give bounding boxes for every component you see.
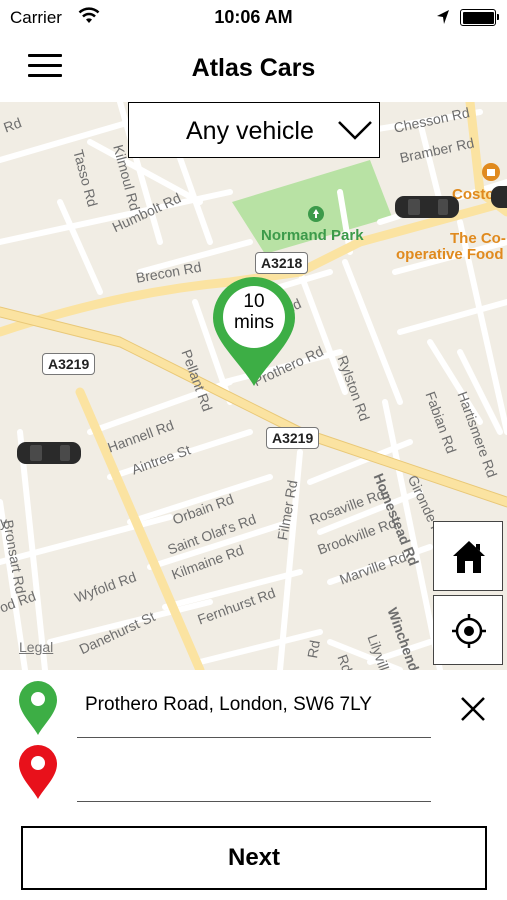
battery-icon <box>460 9 499 26</box>
eta-value: 10 <box>243 291 265 312</box>
road-badge: A3219 <box>266 427 320 449</box>
status-bar: Carrier 10:06 AM <box>0 0 507 36</box>
home-button[interactable] <box>433 521 503 591</box>
legal-link[interactable]: Legal <box>19 639 53 655</box>
home-icon <box>453 541 485 573</box>
map-view[interactable]: Rd Tasso Rd Kilmoul Rd Chesson Rd Brambe… <box>0 102 507 670</box>
poi-label: operative Food <box>396 246 504 263</box>
pickup-address-field[interactable]: Prothero Road, London, SW6 7LY <box>77 686 431 738</box>
booking-form: Prothero Road, London, SW6 7LY Next <box>0 670 507 900</box>
street-label: y <box>0 514 7 530</box>
vehicle-car-icon <box>491 186 507 208</box>
vehicle-type-dropdown[interactable]: Any vehicle <box>128 102 380 158</box>
vehicle-car-icon <box>395 196 459 218</box>
nav-bar: Atlas Cars <box>0 36 507 102</box>
dropoff-address-field[interactable] <box>77 750 431 802</box>
locate-me-button[interactable] <box>433 595 503 665</box>
vehicle-type-value: Any vehicle <box>186 117 314 145</box>
road-badge: A3218 <box>255 252 309 274</box>
pickup-pin-icon <box>19 681 57 735</box>
vehicle-car-icon <box>17 442 81 464</box>
location-arrow-icon <box>437 10 449 24</box>
next-button[interactable]: Next <box>21 826 487 890</box>
dropoff-pin-icon <box>19 745 57 799</box>
clock: 10:06 AM <box>214 7 293 27</box>
chevron-down-icon <box>338 121 372 140</box>
poi-label: The Co- <box>450 230 506 247</box>
park-label: Normand Park <box>261 227 364 244</box>
locate-me-icon <box>452 614 486 648</box>
park-marker-icon <box>308 206 324 222</box>
pickup-eta-pin: 10 mins <box>211 275 297 387</box>
shop-marker-icon <box>482 163 500 181</box>
street-label: Rd <box>304 638 323 660</box>
app-title: Atlas Cars <box>191 54 316 82</box>
close-icon[interactable] <box>458 694 488 724</box>
eta-unit: mins <box>233 312 275 333</box>
road-badge: A3219 <box>42 353 96 375</box>
